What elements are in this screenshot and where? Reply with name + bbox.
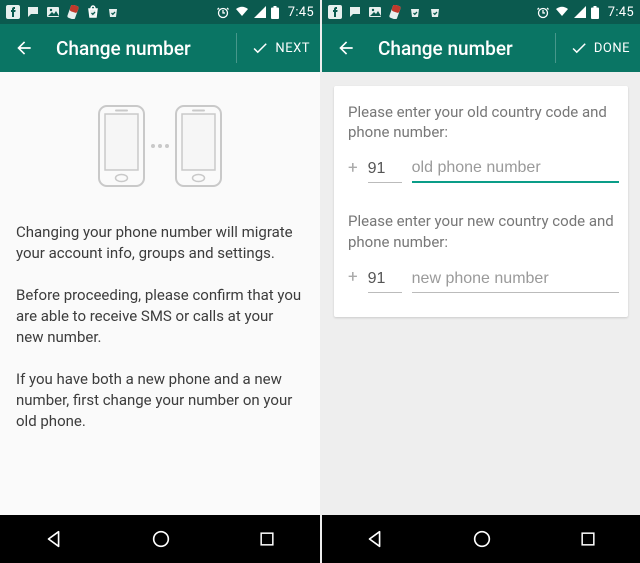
- appbar-title: Change number: [56, 37, 236, 60]
- back-icon[interactable]: [14, 38, 34, 58]
- image-icon: [368, 5, 382, 19]
- plus-icon: +: [348, 266, 358, 293]
- check-icon: [570, 39, 588, 57]
- android-navbar: [322, 515, 640, 563]
- nav-home-icon[interactable]: [471, 528, 493, 550]
- nav-back-icon[interactable]: [364, 528, 386, 550]
- wifi-icon: [555, 5, 569, 19]
- app-bar: Change number NEXT: [0, 24, 320, 72]
- next-label: NEXT: [275, 41, 310, 56]
- back-icon[interactable]: [336, 38, 356, 58]
- chat-icon: [348, 5, 362, 19]
- app-bar: Change number DONE: [322, 24, 640, 72]
- info-para-3: If you have both a new phone and a new n…: [16, 369, 304, 431]
- shopping-icon: [106, 5, 120, 19]
- alarm-icon: [536, 5, 550, 19]
- status-time: 7:45: [608, 5, 634, 20]
- nav-home-icon[interactable]: [150, 528, 172, 550]
- nav-recent-icon[interactable]: [578, 529, 598, 549]
- new-number-prompt: Please enter your new country code and p…: [348, 211, 614, 252]
- shopping-icon: [408, 5, 422, 19]
- shopping-icon: [428, 5, 442, 19]
- screen-change-number-form: 7:45 Change number DONE Please enter you…: [320, 0, 640, 563]
- old-country-code-input[interactable]: [368, 158, 402, 183]
- phones-illustration: [16, 86, 304, 222]
- battery-icon: [591, 6, 599, 19]
- dominos-icon: [66, 5, 80, 19]
- signal-icon: [574, 6, 586, 18]
- facebook-icon: [6, 5, 20, 19]
- next-button[interactable]: NEXT: [236, 33, 310, 63]
- battery-icon: [271, 6, 279, 19]
- done-button[interactable]: DONE: [555, 33, 630, 63]
- plus-icon: +: [348, 157, 358, 184]
- form-card: Please enter your old country code and p…: [334, 86, 628, 317]
- done-label: DONE: [594, 41, 630, 56]
- alarm-icon: [216, 5, 230, 19]
- new-phone-input[interactable]: [412, 268, 619, 293]
- shopping-icon: [86, 5, 100, 19]
- screen-change-number-info: 7:45 Change number NEXT: [0, 0, 320, 563]
- status-bar: 7:45: [322, 0, 640, 24]
- wifi-icon: [235, 5, 249, 19]
- new-country-code-input[interactable]: [368, 268, 402, 293]
- info-para-2: Before proceeding, please confirm that y…: [16, 285, 304, 347]
- status-bar: 7:45: [0, 0, 320, 24]
- old-number-prompt: Please enter your old country code and p…: [348, 102, 614, 143]
- dominos-icon: [388, 5, 402, 19]
- chat-icon: [26, 5, 40, 19]
- facebook-icon: [328, 5, 342, 19]
- appbar-title: Change number: [378, 37, 555, 60]
- status-time: 7:45: [288, 5, 314, 20]
- nav-back-icon[interactable]: [43, 528, 65, 550]
- check-icon: [251, 39, 269, 57]
- image-icon: [46, 5, 60, 19]
- info-body: Changing your phone number will migrate …: [0, 72, 320, 515]
- info-para-1: Changing your phone number will migrate …: [16, 222, 304, 263]
- nav-recent-icon[interactable]: [257, 529, 277, 549]
- signal-icon: [254, 6, 266, 18]
- android-navbar: [0, 515, 320, 563]
- old-phone-input[interactable]: [412, 157, 619, 183]
